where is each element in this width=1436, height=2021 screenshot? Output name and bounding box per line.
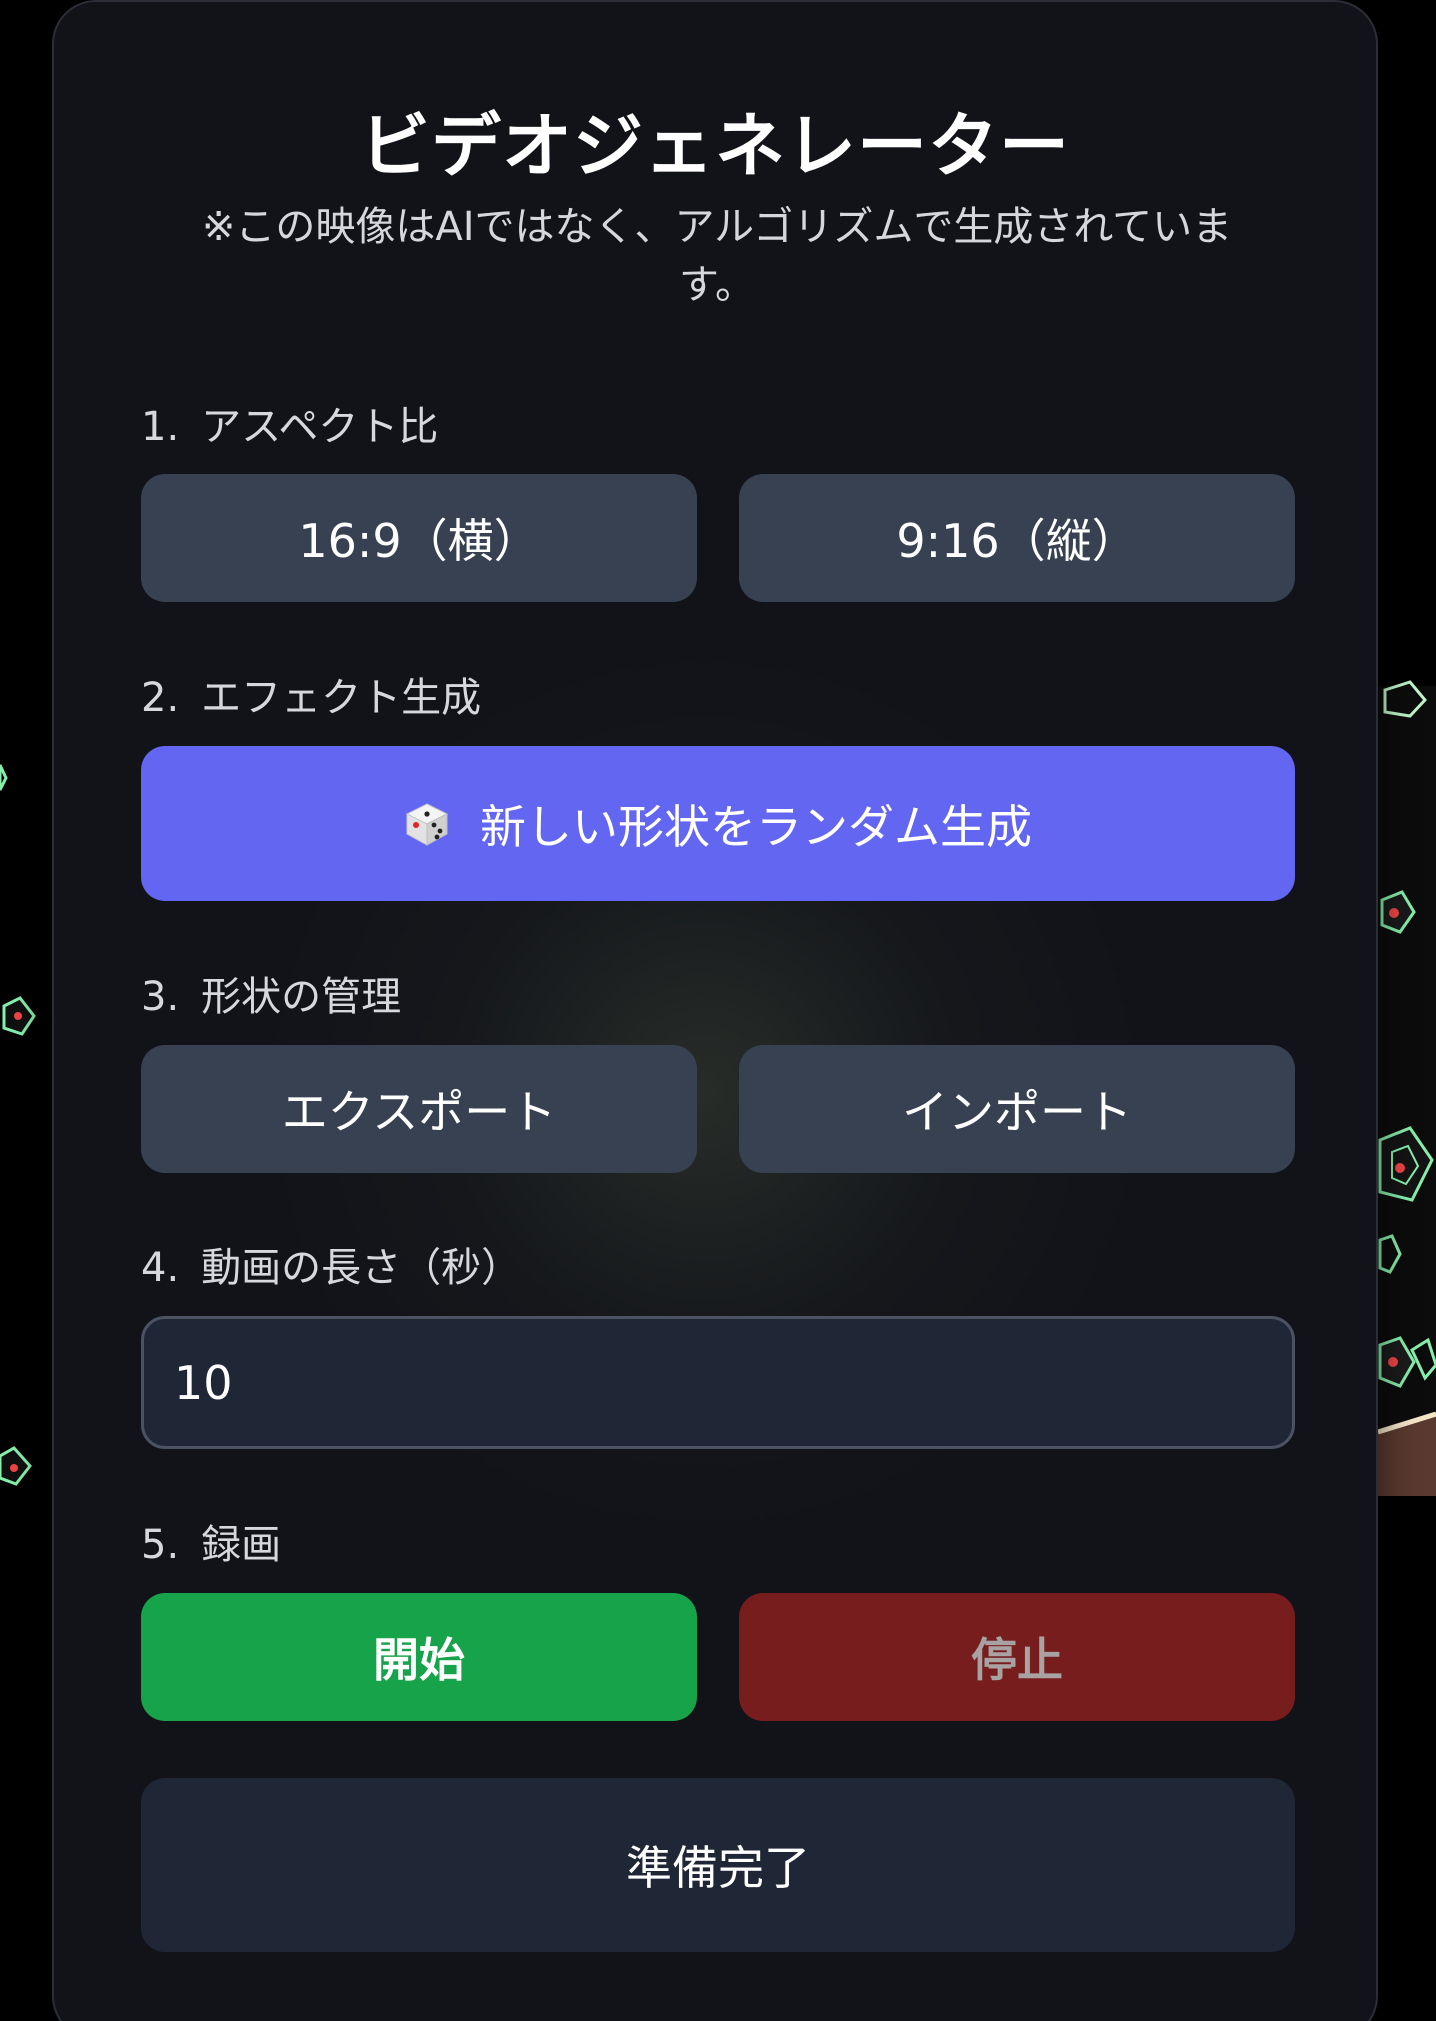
app-stage: ビデオジェネレーター ※この映像はAIではなく、アルゴリズムで生成されています。… [0,0,1436,2021]
section-duration-label: 4. 動画の長さ（秒） [141,1235,521,1293]
section-number: 1. [141,404,180,450]
button-label: 開始 [373,1633,465,1687]
record-stop-button[interactable]: 停止 [739,1593,1295,1721]
section-title: アスペクト比 [201,404,439,450]
section-effect-label: 2. エフェクト生成 [141,665,481,723]
hexagon-shape [0,764,8,791]
shape-dot [1395,1163,1405,1173]
dice-icon [405,802,449,846]
section-number: 5. [141,1522,180,1568]
button-label: 新しい形状をランダム生成 [480,799,1032,854]
record-start-button[interactable]: 開始 [141,1593,697,1721]
import-button[interactable]: インポート [739,1045,1295,1173]
button-label: 停止 [971,1633,1063,1687]
section-number: 4. [141,1245,180,1291]
aspect-9-16-button[interactable]: 9:16（縦） [739,474,1295,602]
section-number: 2. [141,675,180,721]
aspect-16-9-button[interactable]: 16:9（横） [141,474,697,602]
section-title: 形状の管理 [201,974,402,1020]
duration-input[interactable] [141,1316,1295,1449]
section-title: 録画 [201,1522,282,1568]
page-subtitle: ※この映像はAIではなく、アルゴリズムで生成されています。 [201,204,1233,308]
random-generate-button[interactable]: 新しい形状をランダム生成 [141,746,1295,901]
section-aspect-label: 1. アスペクト比 [141,394,438,452]
shape-dot [1388,1357,1398,1367]
control-panel: ビデオジェネレーター ※この映像はAIではなく、アルゴリズムで生成されています。… [52,0,1378,2021]
shape-dot [1389,908,1399,918]
button-label: インポート [902,1085,1132,1139]
button-label: 16:9（横） [298,514,540,568]
shape-dot [14,1012,22,1020]
section-shapes-label: 3. 形状の管理 [141,964,401,1022]
section-title: エフェクト生成 [201,675,482,721]
section-title: 動画の長さ（秒） [201,1245,522,1291]
status-box: 準備完了 [141,1778,1295,1952]
export-button[interactable]: エクスポート [141,1045,697,1173]
status-text: 準備完了 [626,1841,810,1895]
section-number: 3. [141,974,180,1020]
button-label: エクスポート [281,1085,557,1139]
section-record-label: 5. 録画 [141,1512,281,1570]
shape-dot [10,1464,18,1472]
button-label: 9:16（縦） [896,514,1138,568]
page-title: ビデオジェネレーター [360,105,1070,187]
